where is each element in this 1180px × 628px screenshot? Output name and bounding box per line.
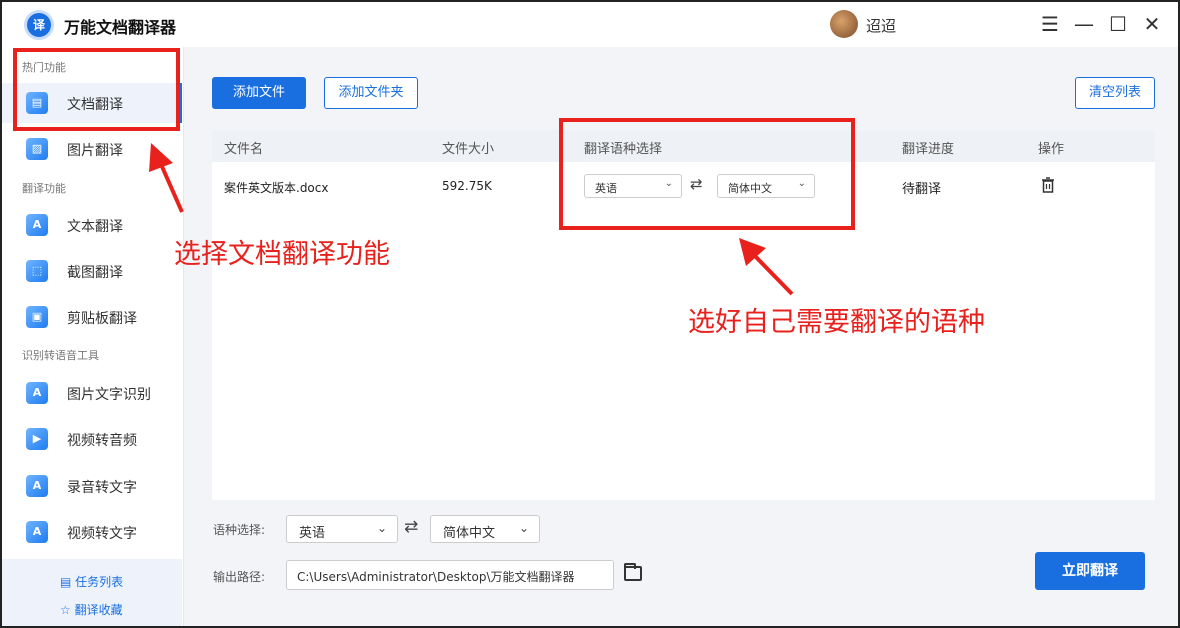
record-icon: A — [26, 475, 48, 497]
annotation-box-language — [559, 118, 855, 230]
folder-icon[interactable] — [624, 563, 642, 581]
username[interactable]: 迢迢 — [866, 15, 896, 36]
title-bar: 译 万能文档翻译器 迢迢 ☰ — ☐ ✕ — [2, 2, 1178, 47]
close-icon[interactable]: ✕ — [1140, 12, 1164, 36]
sidebar-item-image-translate[interactable]: ▨ 图片翻译 — [2, 129, 182, 169]
column-header-actions: 操作 — [1038, 142, 1065, 157]
sidebar-item-label: 图片文字识别 — [67, 387, 151, 403]
target-language-value: 简体中文 — [443, 526, 496, 541]
source-language-value: 英语 — [299, 526, 326, 541]
list-icon: ▤ — [60, 575, 72, 589]
column-header-size: 文件大小 — [442, 142, 495, 157]
file-name: 案件英文版本.docx — [224, 181, 329, 195]
annotation-text-doc: 选择文档翻译功能 — [174, 239, 390, 270]
screenshot-icon: ⬚ — [26, 260, 48, 282]
output-path-field[interactable]: C:\Users\Administrator\Desktop\万能文档翻译器 — [286, 560, 614, 590]
language-label: 语种选择: — [213, 523, 266, 537]
column-header-progress: 翻译进度 — [902, 142, 955, 157]
sidebar: 热门功能 ▤ 文档翻译 ▨ 图片翻译 翻译功能 A 文本翻译 ⬚ 截图翻译 ▣ … — [2, 47, 184, 626]
output-path-label: 输出路径: — [213, 570, 266, 584]
clear-list-button[interactable]: 清空列表 — [1075, 77, 1155, 109]
sidebar-item-clipboard-translate[interactable]: ▣ 剪贴板翻译 — [2, 297, 182, 337]
app-logo-icon: 译 — [24, 10, 54, 40]
file-size: 592.75K — [442, 179, 492, 193]
trash-icon[interactable] — [1041, 177, 1055, 193]
maximize-icon[interactable]: ☐ — [1106, 12, 1130, 36]
star-icon: ☆ — [60, 603, 71, 617]
app-window: 译 万能文档翻译器 迢迢 ☰ — ☐ ✕ 热门功能 ▤ 文档翻译 ▨ 图片翻译 … — [0, 0, 1180, 628]
sidebar-item-label: 文本翻译 — [67, 219, 123, 235]
annotation-box-doc-translate — [13, 48, 180, 131]
source-language-select[interactable]: 英语 ⌄ — [286, 515, 398, 543]
video-text-icon: A — [26, 521, 48, 543]
sidebar-item-record-text[interactable]: A 录音转文字 — [2, 466, 182, 506]
ocr-icon: A — [26, 382, 48, 404]
sidebar-item-label: 视频转音频 — [67, 433, 137, 449]
chevron-down-icon: ⌄ — [376, 521, 387, 535]
avatar[interactable] — [830, 10, 858, 38]
task-list-label: 任务列表 — [75, 575, 124, 589]
swap-languages-icon[interactable]: ⇄ — [404, 517, 418, 537]
menu-icon[interactable]: ☰ — [1038, 12, 1062, 36]
sidebar-item-ocr[interactable]: A 图片文字识别 — [2, 373, 182, 413]
annotation-text-language: 选好自己需要翻译的语种 — [688, 307, 985, 338]
sidebar-item-label: 录音转文字 — [67, 480, 137, 496]
sidebar-item-text-translate[interactable]: A 文本翻译 — [2, 205, 182, 245]
section-label-translate: 翻译功能 — [22, 182, 66, 195]
sidebar-item-label: 视频转文字 — [67, 526, 137, 542]
sidebar-footer: ▤ 任务列表 ☆ 翻译收藏 — [2, 559, 182, 626]
section-label-tools: 识别转语音工具 — [22, 349, 99, 362]
chevron-down-icon: ⌄ — [518, 521, 529, 535]
sidebar-item-label: 剪贴板翻译 — [67, 311, 137, 327]
sidebar-item-video-text[interactable]: A 视频转文字 — [2, 512, 182, 552]
column-header-name: 文件名 — [224, 142, 264, 157]
sidebar-item-label: 截图翻译 — [67, 265, 123, 281]
add-file-button[interactable]: 添加文件 — [212, 77, 306, 109]
minimize-icon[interactable]: — — [1072, 12, 1096, 36]
sidebar-item-screenshot-translate[interactable]: ⬚ 截图翻译 — [2, 251, 182, 291]
favorites-label: 翻译收藏 — [74, 603, 123, 617]
app-title: 万能文档翻译器 — [64, 18, 177, 37]
clipboard-icon: ▣ — [26, 306, 48, 328]
sidebar-item-label: 图片翻译 — [67, 143, 123, 159]
favorites-link[interactable]: ☆ 翻译收藏 — [60, 601, 123, 618]
translation-progress: 待翻译 — [902, 182, 942, 197]
video-audio-icon: ▶ — [26, 428, 48, 450]
add-folder-button[interactable]: 添加文件夹 — [324, 77, 418, 109]
text-icon: A — [26, 214, 48, 236]
image-icon: ▨ — [26, 138, 48, 160]
sidebar-item-video-audio[interactable]: ▶ 视频转音频 — [2, 419, 182, 459]
target-language-select[interactable]: 简体中文 ⌄ — [430, 515, 540, 543]
task-list-link[interactable]: ▤ 任务列表 — [60, 573, 123, 590]
translate-now-button[interactable]: 立即翻译 — [1035, 552, 1145, 590]
